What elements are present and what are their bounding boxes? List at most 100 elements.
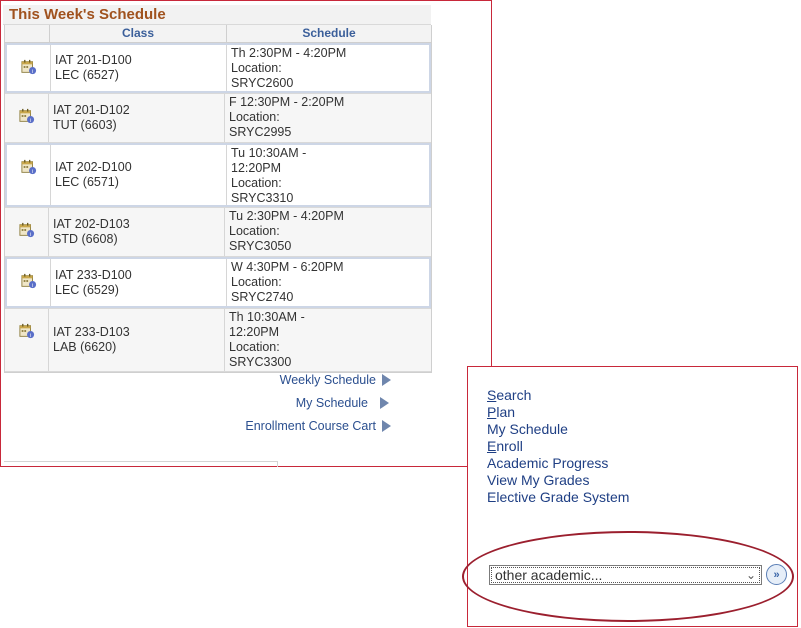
schedule-line: Location: (229, 340, 280, 354)
class-detail-calendar-icon[interactable]: i (18, 222, 35, 238)
academics-nav-panel: Search Plan My Schedule Enroll Academic Prog… (467, 366, 798, 627)
class-detail-calendar-icon[interactable]: i (20, 159, 37, 175)
class-cell: IAT 201-D100 LEC (6527) (51, 45, 227, 91)
schedule-line: Location: (231, 61, 282, 75)
nav-link-label[interactable]: My Schedule (487, 421, 568, 437)
class-section: IAT 201-D100 (55, 53, 132, 67)
nav-link-label[interactable]: nroll (496, 438, 522, 454)
class-component: STD (6608) (53, 232, 118, 246)
class-section: IAT 201-D102 (53, 103, 130, 117)
schedule-links: Weekly Schedule My Schedule Enrollment C… (1, 373, 391, 443)
schedule-line: F 12:30PM - 2:20PM (229, 95, 345, 109)
schedule-cell: Th 2:30PM - 4:20PM Location: SRYC2600 (227, 45, 429, 91)
icon-cell: i (5, 208, 49, 256)
schedule-line: 12:20PM (231, 161, 282, 175)
schedule-cell: W 4:30PM - 6:20PM Location: SRYC2740 (227, 259, 429, 306)
nav-link[interactable]: My Schedule (487, 421, 629, 438)
nav-link-label[interactable]: Elective Grade System (487, 489, 629, 505)
schedule-line: Th 2:30PM - 4:20PM (231, 46, 347, 60)
schedule-cell: Tu 10:30AM -12:20PM Location: SRYC3310 (227, 145, 429, 205)
enrollment-cart-link[interactable]: Enrollment Course Cart (245, 419, 391, 433)
nav-link-label[interactable]: Academic Progress (487, 455, 608, 471)
svg-text:i: i (29, 232, 30, 238)
table-row: i IAT 202-D100 LEC (6571) Tu 10:30AM -12:20… (5, 143, 431, 207)
class-component: LEC (6529) (55, 282, 119, 297)
class-cell: IAT 201-D102 TUT (6603) (49, 94, 225, 142)
schedule-line: SRYC3310 (231, 191, 294, 205)
svg-text:i: i (29, 118, 30, 124)
schedule-line: W 4:30PM - 6:20PM (231, 260, 344, 274)
nav-link[interactable]: Enroll (487, 438, 629, 455)
my-schedule-link[interactable]: My Schedule (296, 396, 389, 410)
nav-link-label[interactable]: View My Grades (487, 472, 589, 488)
other-academic-select[interactable]: other academic... ⌄ (489, 565, 762, 585)
nav-link-label[interactable]: earch (496, 387, 531, 403)
table-row: i IAT 233-D103 LAB (6620) Th 10:30AM -12:20… (5, 308, 431, 372)
academics-nav-list: Search Plan My Schedule Enroll Academic Prog… (487, 387, 629, 506)
nav-link[interactable]: View My Grades (487, 472, 629, 489)
icon-cell: i (7, 145, 51, 205)
svg-text:i: i (31, 69, 32, 75)
chevron-down-icon[interactable]: ⌄ (746, 566, 756, 584)
nav-link[interactable]: Elective Grade System (487, 489, 629, 506)
nav-link[interactable]: Search (487, 387, 629, 404)
schedule-line: SRYC3300 (229, 355, 292, 369)
access-key-letter: S (487, 387, 497, 403)
icon-cell: i (7, 45, 51, 91)
schedule-line: Location: (231, 275, 282, 289)
panel-title: This Week's Schedule (3, 5, 431, 25)
nav-link[interactable]: Academic Progress (487, 455, 629, 472)
class-component: LAB (6620) (53, 340, 117, 354)
class-component: TUT (6603) (53, 118, 117, 132)
table-row: i IAT 202-D103 STD (6608) Tu 2:30PM - 4:20P… (5, 207, 431, 257)
class-component: LEC (6527) (55, 68, 119, 82)
class-section: IAT 233-D103 (53, 325, 130, 339)
class-cell: IAT 233-D103 LAB (6620) (49, 309, 225, 371)
go-button[interactable]: » (766, 564, 787, 585)
schedule-cell: Th 10:30AM -12:20PM Location: SRYC3300 (225, 309, 431, 371)
access-key-letter: E (487, 438, 497, 454)
icon-cell: i (5, 94, 49, 142)
divider (4, 461, 278, 462)
schedule-cell: Tu 2:30PM - 4:20PM Location: SRYC3050 (225, 208, 431, 256)
triangle-right-icon (382, 374, 391, 386)
schedule-grid: Class Schedule i IAT 201-D100 LEC (6527) Th… (4, 25, 432, 373)
table-row: i IAT 233-D100 LEC (6529) W 4:30PM - 6:20PM… (5, 257, 431, 308)
class-detail-calendar-icon[interactable]: i (20, 59, 37, 75)
enrollment-cart-label[interactable]: Enrollment Course Cart (245, 419, 376, 433)
svg-text:i: i (31, 283, 32, 289)
my-schedule-label[interactable]: My Schedule (296, 396, 368, 410)
class-cell: IAT 233-D100 LEC (6529) (51, 259, 227, 306)
select-value: other academic... (495, 567, 603, 583)
schedule-cell: F 12:30PM - 2:20PM Location: SRYC2995 (225, 94, 431, 142)
icon-cell: i (5, 309, 49, 371)
class-detail-calendar-icon[interactable]: i (20, 273, 37, 289)
class-detail-calendar-icon[interactable]: i (18, 323, 35, 339)
schedule-line: SRYC2600 (231, 76, 294, 90)
icon-cell: i (7, 259, 51, 306)
schedule-line: SRYC2995 (229, 125, 292, 139)
schedule-line: 12:20PM (229, 325, 280, 339)
nav-link-label[interactable]: lan (496, 404, 515, 420)
triangle-right-icon (382, 420, 391, 432)
svg-text:i: i (31, 169, 32, 175)
schedule-line: SRYC3050 (229, 239, 292, 253)
schedule-line: Location: (229, 110, 280, 124)
class-component: LEC (6571) (55, 175, 119, 189)
class-section: IAT 202-D103 (53, 217, 130, 231)
weekly-schedule-link[interactable]: Weekly Schedule (280, 373, 391, 387)
class-cell: IAT 202-D103 STD (6608) (49, 208, 225, 256)
schedule-line: Tu 2:30PM - 4:20PM (229, 209, 344, 223)
class-detail-calendar-icon[interactable]: i (18, 108, 35, 124)
schedule-line: Location: (229, 224, 280, 238)
weekly-schedule-label[interactable]: Weekly Schedule (280, 373, 376, 387)
access-key-letter: P (487, 404, 497, 420)
grid-header: Class Schedule (5, 25, 431, 43)
table-row: i IAT 201-D102 TUT (6603) F 12:30PM - 2:20P… (5, 93, 431, 143)
class-section: IAT 233-D100 (55, 267, 132, 282)
double-chevron-right-icon: » (773, 568, 780, 581)
schedule-line: Location: (231, 176, 282, 190)
nav-link[interactable]: Plan (487, 404, 629, 421)
divider (277, 461, 278, 467)
header-class: Class (50, 25, 227, 42)
